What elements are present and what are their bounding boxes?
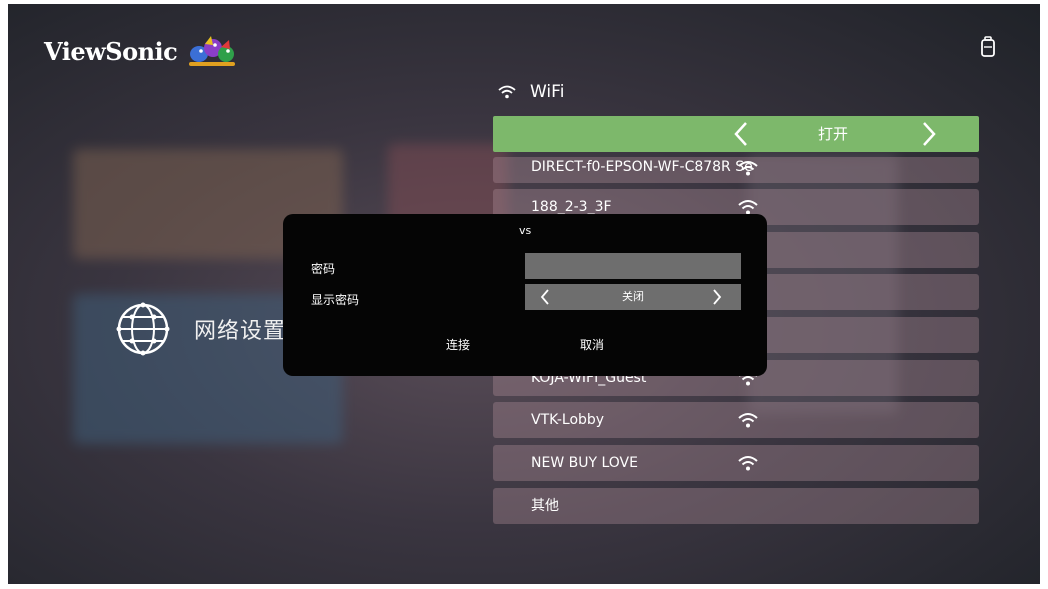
battery-icon — [981, 36, 995, 57]
connect-button[interactable]: 连接 — [433, 334, 483, 356]
brand-logo: ViewSonic — [44, 34, 237, 68]
other-network-label: 其他 — [531, 498, 559, 514]
birds-logo-icon — [189, 36, 236, 66]
chevron-right-icon[interactable] — [919, 120, 939, 148]
network-name: NEW BUY LOVE — [531, 455, 638, 471]
cancel-button[interactable]: 取消 — [567, 334, 617, 356]
brand-name: ViewSonic — [44, 36, 178, 66]
dialog-ssid: vs — [519, 224, 532, 237]
wifi-header: WiFi — [498, 82, 564, 102]
category-label: 网络设置 — [194, 319, 287, 344]
chevron-left-icon[interactable] — [731, 120, 751, 148]
wifi-toggle[interactable]: 打开 — [493, 116, 979, 152]
chevron-right-icon[interactable] — [711, 288, 723, 306]
show-password-selector[interactable]: 关闭 — [525, 284, 741, 310]
network-row[interactable]: VTK-Lobby — [493, 402, 979, 438]
wifi-signal-icon — [738, 456, 758, 471]
network-row[interactable]: NEW BUY LOVE — [493, 445, 979, 481]
wifi-toggle-value: 打开 — [817, 125, 848, 143]
show-password-value: 关闭 — [622, 290, 644, 303]
wifi-title: WiFi — [530, 82, 565, 102]
network-row-other[interactable]: 其他 — [493, 488, 979, 524]
wifi-signal-icon — [738, 161, 758, 176]
projector-screen: ViewSonic 网络设置 WiFi 打开 DIRECT-f0-EPSON-W… — [8, 4, 1040, 584]
network-name: VTK-Lobby — [531, 412, 605, 428]
network-settings-category[interactable]: 网络设置 — [116, 302, 286, 356]
network-name: DIRECT-f0-EPSON-WF-C878R Se — [531, 159, 753, 175]
chevron-left-icon[interactable] — [539, 288, 551, 306]
wifi-signal-icon — [738, 200, 758, 215]
network-row[interactable]: DIRECT-f0-EPSON-WF-C878R Se — [493, 157, 979, 183]
wifi-signal-icon — [738, 413, 758, 428]
wifi-icon — [498, 85, 516, 99]
password-input[interactable] — [525, 253, 741, 279]
password-dialog: vs 密码 显示密码 关闭 连接 取消 — [283, 214, 767, 376]
globe-icon — [116, 302, 170, 356]
password-label: 密码 — [311, 262, 336, 276]
show-password-label: 显示密码 — [311, 293, 360, 307]
